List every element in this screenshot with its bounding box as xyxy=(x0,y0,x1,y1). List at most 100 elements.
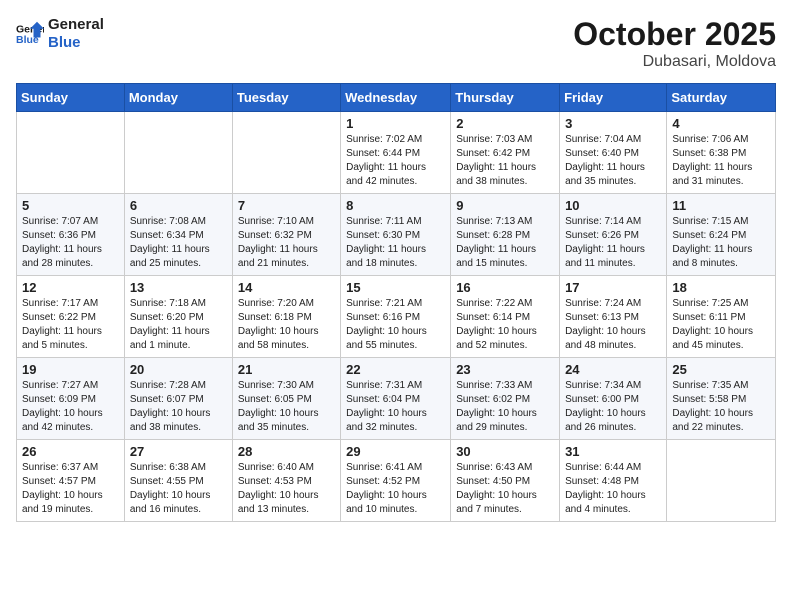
calendar-week-4: 19 Sunrise: 7:27 AM Sunset: 6:09 PM Dayli… xyxy=(17,358,776,440)
calendar-cell: 2 Sunrise: 7:03 AM Sunset: 6:42 PM Daylig… xyxy=(451,112,560,194)
calendar-cell: 13 Sunrise: 7:18 AM Sunset: 6:20 PM Dayli… xyxy=(124,276,232,358)
day-number: 8 xyxy=(346,198,445,213)
day-number: 26 xyxy=(22,444,119,459)
day-info: Sunrise: 6:38 AM Sunset: 4:55 PM Dayligh… xyxy=(130,461,227,517)
weekday-header-monday: Monday xyxy=(124,84,232,112)
day-info: Sunrise: 7:28 AM Sunset: 6:07 PM Dayligh… xyxy=(130,379,227,435)
day-info: Sunrise: 7:30 AM Sunset: 6:05 PM Dayligh… xyxy=(238,379,335,435)
day-info: Sunrise: 6:40 AM Sunset: 4:53 PM Dayligh… xyxy=(238,461,335,517)
day-number: 18 xyxy=(672,280,770,295)
day-number: 20 xyxy=(130,362,227,377)
calendar-cell xyxy=(124,112,232,194)
day-number: 22 xyxy=(346,362,445,377)
calendar-cell: 3 Sunrise: 7:04 AM Sunset: 6:40 PM Daylig… xyxy=(560,112,667,194)
day-info: Sunrise: 7:03 AM Sunset: 6:42 PM Dayligh… xyxy=(456,133,554,189)
day-info: Sunrise: 7:14 AM Sunset: 6:26 PM Dayligh… xyxy=(565,215,661,271)
day-number: 28 xyxy=(238,444,335,459)
day-info: Sunrise: 7:10 AM Sunset: 6:32 PM Dayligh… xyxy=(238,215,335,271)
weekday-header-saturday: Saturday xyxy=(667,84,776,112)
calendar-cell: 12 Sunrise: 7:17 AM Sunset: 6:22 PM Dayli… xyxy=(17,276,125,358)
calendar-cell: 19 Sunrise: 7:27 AM Sunset: 6:09 PM Dayli… xyxy=(17,358,125,440)
calendar-cell xyxy=(232,112,340,194)
calendar-cell: 31 Sunrise: 6:44 AM Sunset: 4:48 PM Dayli… xyxy=(560,440,667,522)
day-number: 19 xyxy=(22,362,119,377)
day-number: 24 xyxy=(565,362,661,377)
day-info: Sunrise: 6:37 AM Sunset: 4:57 PM Dayligh… xyxy=(22,461,119,517)
day-number: 10 xyxy=(565,198,661,213)
calendar-cell: 14 Sunrise: 7:20 AM Sunset: 6:18 PM Dayli… xyxy=(232,276,340,358)
calendar-table: SundayMondayTuesdayWednesdayThursdayFrid… xyxy=(16,83,776,522)
calendar-cell: 22 Sunrise: 7:31 AM Sunset: 6:04 PM Dayli… xyxy=(341,358,451,440)
location-subtitle: Dubasari, Moldova xyxy=(573,53,776,71)
day-info: Sunrise: 7:33 AM Sunset: 6:02 PM Dayligh… xyxy=(456,379,554,435)
day-info: Sunrise: 6:41 AM Sunset: 4:52 PM Dayligh… xyxy=(346,461,445,517)
calendar-week-3: 12 Sunrise: 7:17 AM Sunset: 6:22 PM Dayli… xyxy=(17,276,776,358)
day-info: Sunrise: 7:06 AM Sunset: 6:38 PM Dayligh… xyxy=(672,133,770,189)
day-number: 4 xyxy=(672,116,770,131)
day-info: Sunrise: 7:13 AM Sunset: 6:28 PM Dayligh… xyxy=(456,215,554,271)
calendar-cell: 28 Sunrise: 6:40 AM Sunset: 4:53 PM Dayli… xyxy=(232,440,340,522)
calendar-cell: 10 Sunrise: 7:14 AM Sunset: 6:26 PM Dayli… xyxy=(560,194,667,276)
day-info: Sunrise: 7:18 AM Sunset: 6:20 PM Dayligh… xyxy=(130,297,227,353)
weekday-header-wednesday: Wednesday xyxy=(341,84,451,112)
calendar-cell: 20 Sunrise: 7:28 AM Sunset: 6:07 PM Dayli… xyxy=(124,358,232,440)
month-title: October 2025 xyxy=(573,16,776,53)
calendar-cell: 11Sunrise: 7:15 AM Sunset: 6:24 PM Dayli… xyxy=(667,194,776,276)
day-info: Sunrise: 7:17 AM Sunset: 6:22 PM Dayligh… xyxy=(22,297,119,353)
calendar-cell: 9Sunrise: 7:13 AM Sunset: 6:28 PM Daylig… xyxy=(451,194,560,276)
calendar-cell: 16 Sunrise: 7:22 AM Sunset: 6:14 PM Dayli… xyxy=(451,276,560,358)
calendar-cell: 6Sunrise: 7:08 AM Sunset: 6:34 PM Daylig… xyxy=(124,194,232,276)
weekday-header-sunday: Sunday xyxy=(17,84,125,112)
day-info: Sunrise: 7:15 AM Sunset: 6:24 PM Dayligh… xyxy=(672,215,770,271)
day-info: Sunrise: 7:22 AM Sunset: 6:14 PM Dayligh… xyxy=(456,297,554,353)
day-number: 1 xyxy=(346,116,445,131)
day-info: Sunrise: 6:44 AM Sunset: 4:48 PM Dayligh… xyxy=(565,461,661,517)
calendar-cell xyxy=(667,440,776,522)
day-info: Sunrise: 7:08 AM Sunset: 6:34 PM Dayligh… xyxy=(130,215,227,271)
calendar-cell: 27Sunrise: 6:38 AM Sunset: 4:55 PM Dayli… xyxy=(124,440,232,522)
calendar-cell: 7Sunrise: 7:10 AM Sunset: 6:32 PM Daylig… xyxy=(232,194,340,276)
day-info: Sunrise: 7:21 AM Sunset: 6:16 PM Dayligh… xyxy=(346,297,445,353)
day-info: Sunrise: 7:07 AM Sunset: 6:36 PM Dayligh… xyxy=(22,215,119,271)
calendar-cell: 4 Sunrise: 7:06 AM Sunset: 6:38 PM Daylig… xyxy=(667,112,776,194)
weekday-header-thursday: Thursday xyxy=(451,84,560,112)
calendar-cell: 5 Sunrise: 7:07 AM Sunset: 6:36 PM Daylig… xyxy=(17,194,125,276)
calendar-cell: 1Sunrise: 7:02 AM Sunset: 6:44 PM Daylig… xyxy=(341,112,451,194)
day-info: Sunrise: 6:43 AM Sunset: 4:50 PM Dayligh… xyxy=(456,461,554,517)
weekday-header-row: SundayMondayTuesdayWednesdayThursdayFrid… xyxy=(17,84,776,112)
day-info: Sunrise: 7:27 AM Sunset: 6:09 PM Dayligh… xyxy=(22,379,119,435)
day-info: Sunrise: 7:31 AM Sunset: 6:04 PM Dayligh… xyxy=(346,379,445,435)
day-info: Sunrise: 7:25 AM Sunset: 6:11 PM Dayligh… xyxy=(672,297,770,353)
day-number: 15 xyxy=(346,280,445,295)
calendar-week-5: 26 Sunrise: 6:37 AM Sunset: 4:57 PM Dayli… xyxy=(17,440,776,522)
calendar-cell: 23 Sunrise: 7:33 AM Sunset: 6:02 PM Dayli… xyxy=(451,358,560,440)
day-info: Sunrise: 7:04 AM Sunset: 6:40 PM Dayligh… xyxy=(565,133,661,189)
calendar-week-1: 1Sunrise: 7:02 AM Sunset: 6:44 PM Daylig… xyxy=(17,112,776,194)
day-number: 3 xyxy=(565,116,661,131)
day-number: 12 xyxy=(22,280,119,295)
day-info: Sunrise: 7:34 AM Sunset: 6:00 PM Dayligh… xyxy=(565,379,661,435)
day-number: 14 xyxy=(238,280,335,295)
page-header: General Blue General Blue October 2025 D… xyxy=(16,16,776,71)
calendar-cell: 26 Sunrise: 6:37 AM Sunset: 4:57 PM Dayli… xyxy=(17,440,125,522)
calendar-cell: 30 Sunrise: 6:43 AM Sunset: 4:50 PM Dayli… xyxy=(451,440,560,522)
day-number: 31 xyxy=(565,444,661,459)
day-number: 16 xyxy=(456,280,554,295)
calendar-cell: 15 Sunrise: 7:21 AM Sunset: 6:16 PM Dayli… xyxy=(341,276,451,358)
day-number: 2 xyxy=(456,116,554,131)
day-number: 13 xyxy=(130,280,227,295)
calendar-cell: 25 Sunrise: 7:35 AM Sunset: 5:58 PM Dayli… xyxy=(667,358,776,440)
day-number: 30 xyxy=(456,444,554,459)
calendar-week-2: 5 Sunrise: 7:07 AM Sunset: 6:36 PM Daylig… xyxy=(17,194,776,276)
day-number: 23 xyxy=(456,362,554,377)
calendar-cell xyxy=(17,112,125,194)
calendar-cell: 21Sunrise: 7:30 AM Sunset: 6:05 PM Dayli… xyxy=(232,358,340,440)
day-number: 5 xyxy=(22,198,119,213)
calendar-cell: 17Sunrise: 7:24 AM Sunset: 6:13 PM Dayli… xyxy=(560,276,667,358)
weekday-header-tuesday: Tuesday xyxy=(232,84,340,112)
day-number: 17 xyxy=(565,280,661,295)
day-info: Sunrise: 7:35 AM Sunset: 5:58 PM Dayligh… xyxy=(672,379,770,435)
day-number: 25 xyxy=(672,362,770,377)
weekday-header-friday: Friday xyxy=(560,84,667,112)
day-info: Sunrise: 7:20 AM Sunset: 6:18 PM Dayligh… xyxy=(238,297,335,353)
